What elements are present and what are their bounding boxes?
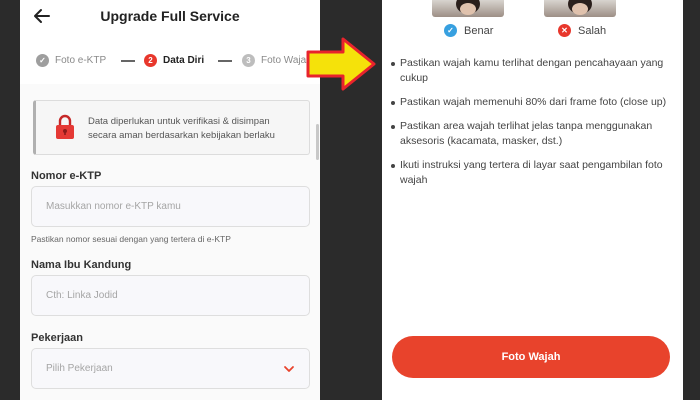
take-face-photo-button[interactable]: Foto Wajah xyxy=(392,336,670,378)
correct-example-photo xyxy=(432,0,504,17)
correct-example-caption: ✓ Benar xyxy=(444,24,493,37)
right-phone-screen: ✓ Benar ✕ Salah Pastikan wajah kamu terl… xyxy=(382,0,683,400)
stepper: ✓ Foto e-KTP 2 Data Diri 3 Foto Wajah xyxy=(20,54,320,74)
step-divider xyxy=(218,60,232,62)
step-label: Data Diri xyxy=(163,55,205,66)
job-select[interactable]: Pilih Pekerjaan xyxy=(31,348,310,389)
close-icon: ✕ xyxy=(558,24,571,37)
wrong-example-caption: ✕ Salah xyxy=(558,24,606,37)
step-data-diri: 2 Data Diri xyxy=(144,54,204,67)
lock-icon xyxy=(56,114,74,139)
job-label: Pekerjaan xyxy=(31,332,83,344)
left-phone-screen: Upgrade Full Service ✓ Foto e-KTP 2 Data… xyxy=(20,0,320,400)
step-number: 2 xyxy=(144,54,157,67)
ktp-placeholder: Masukkan nomor e-KTP kamu xyxy=(46,201,181,212)
job-placeholder: Pilih Pekerjaan xyxy=(46,363,113,374)
ktp-number-input[interactable]: Masukkan nomor e-KTP kamu xyxy=(31,186,310,227)
page-title: Upgrade Full Service xyxy=(100,8,240,24)
wrong-label: Salah xyxy=(578,24,607,37)
check-icon: ✓ xyxy=(36,54,49,67)
privacy-notice: Data diperlukan untuk verifikasi & disim… xyxy=(33,100,310,155)
tip-item: Pastikan wajah kamu terlihat dengan penc… xyxy=(390,56,672,86)
scrollbar[interactable] xyxy=(316,124,319,160)
arrow-right-icon xyxy=(306,37,376,91)
step-number: 3 xyxy=(242,54,255,67)
correct-label: Benar xyxy=(464,24,494,37)
notice-text: Data diperlukan untuk verifikasi & disim… xyxy=(88,116,275,141)
mother-name-input[interactable]: Cth: Linka Jodid xyxy=(31,275,310,316)
ktp-hint: Pastikan nomor sesuai dengan yang terter… xyxy=(31,234,231,244)
tip-item: Pastikan wajah memenuhi 80% dari frame f… xyxy=(390,95,672,110)
check-icon: ✓ xyxy=(444,24,457,37)
mother-name-placeholder: Cth: Linka Jodid xyxy=(46,290,118,301)
wrong-example-photo xyxy=(544,0,616,17)
step-foto-ektp: ✓ Foto e-KTP xyxy=(36,54,106,67)
mother-name-label: Nama Ibu Kandung xyxy=(31,259,132,271)
tip-item: Ikuti instruksi yang tertera di layar sa… xyxy=(390,158,672,188)
step-foto-wajah: 3 Foto Wajah xyxy=(242,54,312,67)
header: Upgrade Full Service xyxy=(20,0,320,34)
photo-tips-list: Pastikan wajah kamu terlihat dengan penc… xyxy=(390,56,672,197)
chevron-down-icon xyxy=(284,366,294,372)
tip-item: Pastikan area wajah terlihat jelas tanpa… xyxy=(390,119,672,149)
step-label: Foto e-KTP xyxy=(55,55,107,66)
ktp-label: Nomor e-KTP xyxy=(31,170,102,182)
step-divider xyxy=(121,60,135,62)
